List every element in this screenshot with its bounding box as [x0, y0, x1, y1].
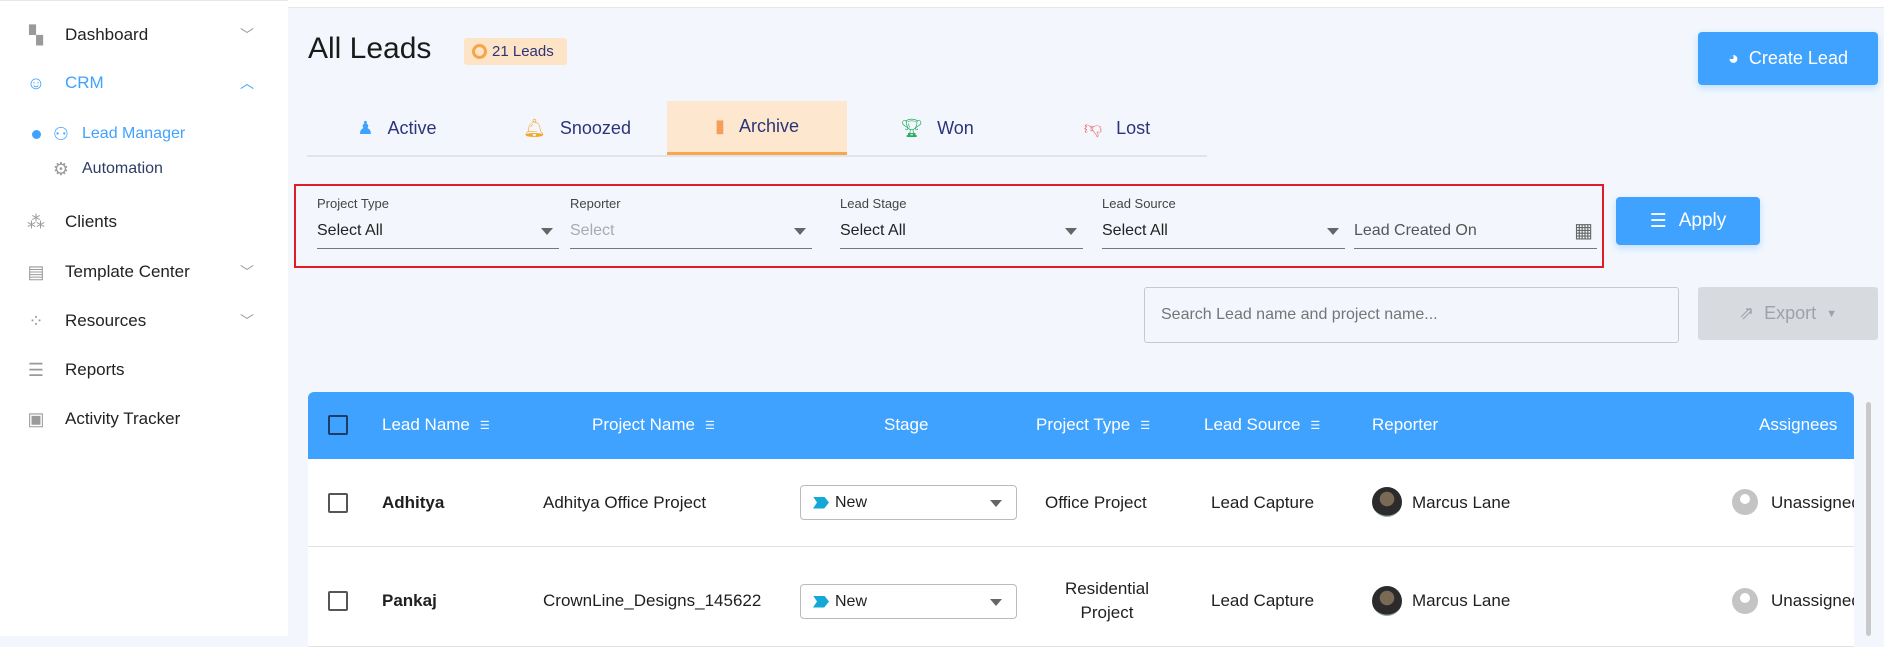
user-placeholder-icon [1732, 489, 1758, 515]
activity-icon: ▣ [27, 408, 45, 429]
create-lead-button[interactable]: ◕ Create Lead [1698, 32, 1878, 85]
chevron-up-icon: ︿ [240, 75, 254, 91]
trash-icon: ▮ [715, 116, 725, 136]
sidebar: ▚ Dashboard ﹀ ☺ CRM ︿ ⚇ Lead Manager ⚙ Automat… [0, 0, 288, 636]
sort-icon: ☰ [479, 420, 490, 433]
chevron-down-icon: ﹀ [240, 27, 254, 43]
calendar-icon[interactable]: ▦ [1574, 218, 1593, 243]
lead-source-select[interactable]: Lead Source Select All [1102, 196, 1345, 249]
sidebar-item-clients[interactable]: ⁂ Clients [0, 202, 288, 242]
top-bar [288, 0, 1884, 8]
table-header: Lead Name ☰ Project Name ☰ Stage Project T… [308, 392, 1854, 459]
stage-flag-icon [813, 595, 829, 608]
sidebar-item-dashboard[interactable]: ▚ Dashboard ﹀ [0, 15, 288, 55]
trophy-icon: 🏆︎ [900, 117, 924, 138]
sidebar-item-template-center[interactable]: ▤ Template Center ﹀ [0, 252, 288, 292]
page-title: All Leads [308, 32, 432, 65]
bell-snooze-icon: 🔔︎ [523, 117, 546, 138]
template-icon: ▤ [27, 261, 45, 282]
add-user-icon: ◕ [1728, 48, 1739, 68]
table-row[interactable]: Pankaj CrownLine_Designs_145622 New Resi… [308, 547, 1854, 647]
sort-icon: ☰ [704, 420, 715, 433]
lead-tabs: ♟ Active 🔔︎ Snoozed ▮ Archive 🏆︎ Won 👎︎ Lost [307, 101, 1207, 157]
sidebar-item-resources[interactable]: ⁘ Resources ﹀ [0, 301, 288, 341]
search-input[interactable] [1144, 287, 1679, 343]
avatar [1372, 586, 1402, 616]
row-checkbox[interactable] [328, 493, 348, 513]
tab-archive[interactable]: ▮ Archive [667, 101, 847, 155]
row-checkbox[interactable] [328, 591, 348, 611]
caret-down-icon [1065, 228, 1077, 235]
sidebar-item-reports[interactable]: ☰ Reports [0, 350, 288, 390]
header-reporter: Reporter [1372, 415, 1439, 434]
avatar [1372, 487, 1402, 517]
crm-icon: ☺ [26, 72, 46, 93]
clients-icon: ⁂ [27, 211, 45, 232]
header-lead-source[interactable]: Lead Source ☰ [1204, 415, 1320, 435]
tab-snoozed[interactable]: 🔔︎ Snoozed [487, 101, 667, 155]
automation-icon: ⚙ [52, 158, 70, 179]
tab-active[interactable]: ♟ Active [307, 101, 487, 155]
user-check-icon: ♟ [357, 117, 374, 138]
export-button[interactable]: ⇗ Export ▼ [1698, 287, 1878, 340]
header-stage: Stage [884, 415, 929, 434]
caret-down-icon [990, 599, 1002, 606]
caret-down-icon [794, 228, 806, 235]
caret-down-icon [541, 228, 553, 235]
leads-count-badge: 21 Leads [464, 38, 567, 65]
reporter-select[interactable]: Reporter Select [570, 196, 812, 249]
stage-select[interactable]: New [800, 485, 1017, 520]
tab-won[interactable]: 🏆︎ Won [847, 101, 1027, 155]
sidebar-item-automation[interactable]: ⚙ Automation [0, 149, 288, 189]
ring-icon [472, 44, 487, 59]
stage-select[interactable]: New [800, 584, 1017, 619]
select-all-checkbox[interactable] [328, 415, 348, 435]
sidebar-item-activity-tracker[interactable]: ▣ Activity Tracker [0, 399, 288, 439]
sort-icon: ☰ [1310, 420, 1321, 433]
caret-down-icon [1327, 228, 1339, 235]
apply-button[interactable]: ☰ Apply [1616, 197, 1760, 245]
resources-icon: ⁘ [28, 310, 44, 331]
header-assignees: Assignees [1759, 415, 1838, 434]
sidebar-item-lead-manager[interactable]: ⚇ Lead Manager [0, 114, 288, 154]
tab-lost[interactable]: 👎︎ Lost [1027, 101, 1207, 155]
table-row[interactable]: Adhitya Adhitya Office Project New Offic… [308, 459, 1854, 547]
chevron-down-icon: ﹀ [240, 313, 254, 329]
caret-down-icon [990, 500, 1002, 507]
header-project-type[interactable]: Project Type ☰ [1036, 415, 1150, 435]
header-lead-name[interactable]: Lead Name ☰ [382, 415, 490, 435]
sliders-icon: ☰ [1649, 210, 1667, 232]
caret-down-icon: ▼ [1826, 307, 1837, 320]
project-type-select[interactable]: Project Type Select All [317, 196, 559, 249]
sidebar-item-crm[interactable]: ☺ CRM ︿ [0, 63, 288, 103]
export-icon: ⇗ [1738, 303, 1755, 323]
user-placeholder-icon [1732, 588, 1758, 614]
header-project-name[interactable]: Project Name ☰ [592, 415, 715, 435]
lead-stage-select[interactable]: Lead Stage Select All [840, 196, 1083, 249]
lead-created-date-input[interactable]: Lead Created On ▦ [1354, 196, 1597, 249]
lead-manager-icon: ⚇ [52, 123, 70, 144]
reports-icon: ☰ [27, 359, 45, 380]
chevron-down-icon: ﹀ [240, 264, 254, 280]
thumbs-down-icon: 👎︎ [1083, 118, 1103, 138]
table-scrollbar[interactable] [1866, 402, 1871, 636]
active-dot-icon [32, 129, 41, 139]
stage-flag-icon [813, 496, 829, 509]
sort-icon: ☰ [1140, 420, 1151, 433]
dashboard-icon: ▚ [29, 24, 43, 45]
